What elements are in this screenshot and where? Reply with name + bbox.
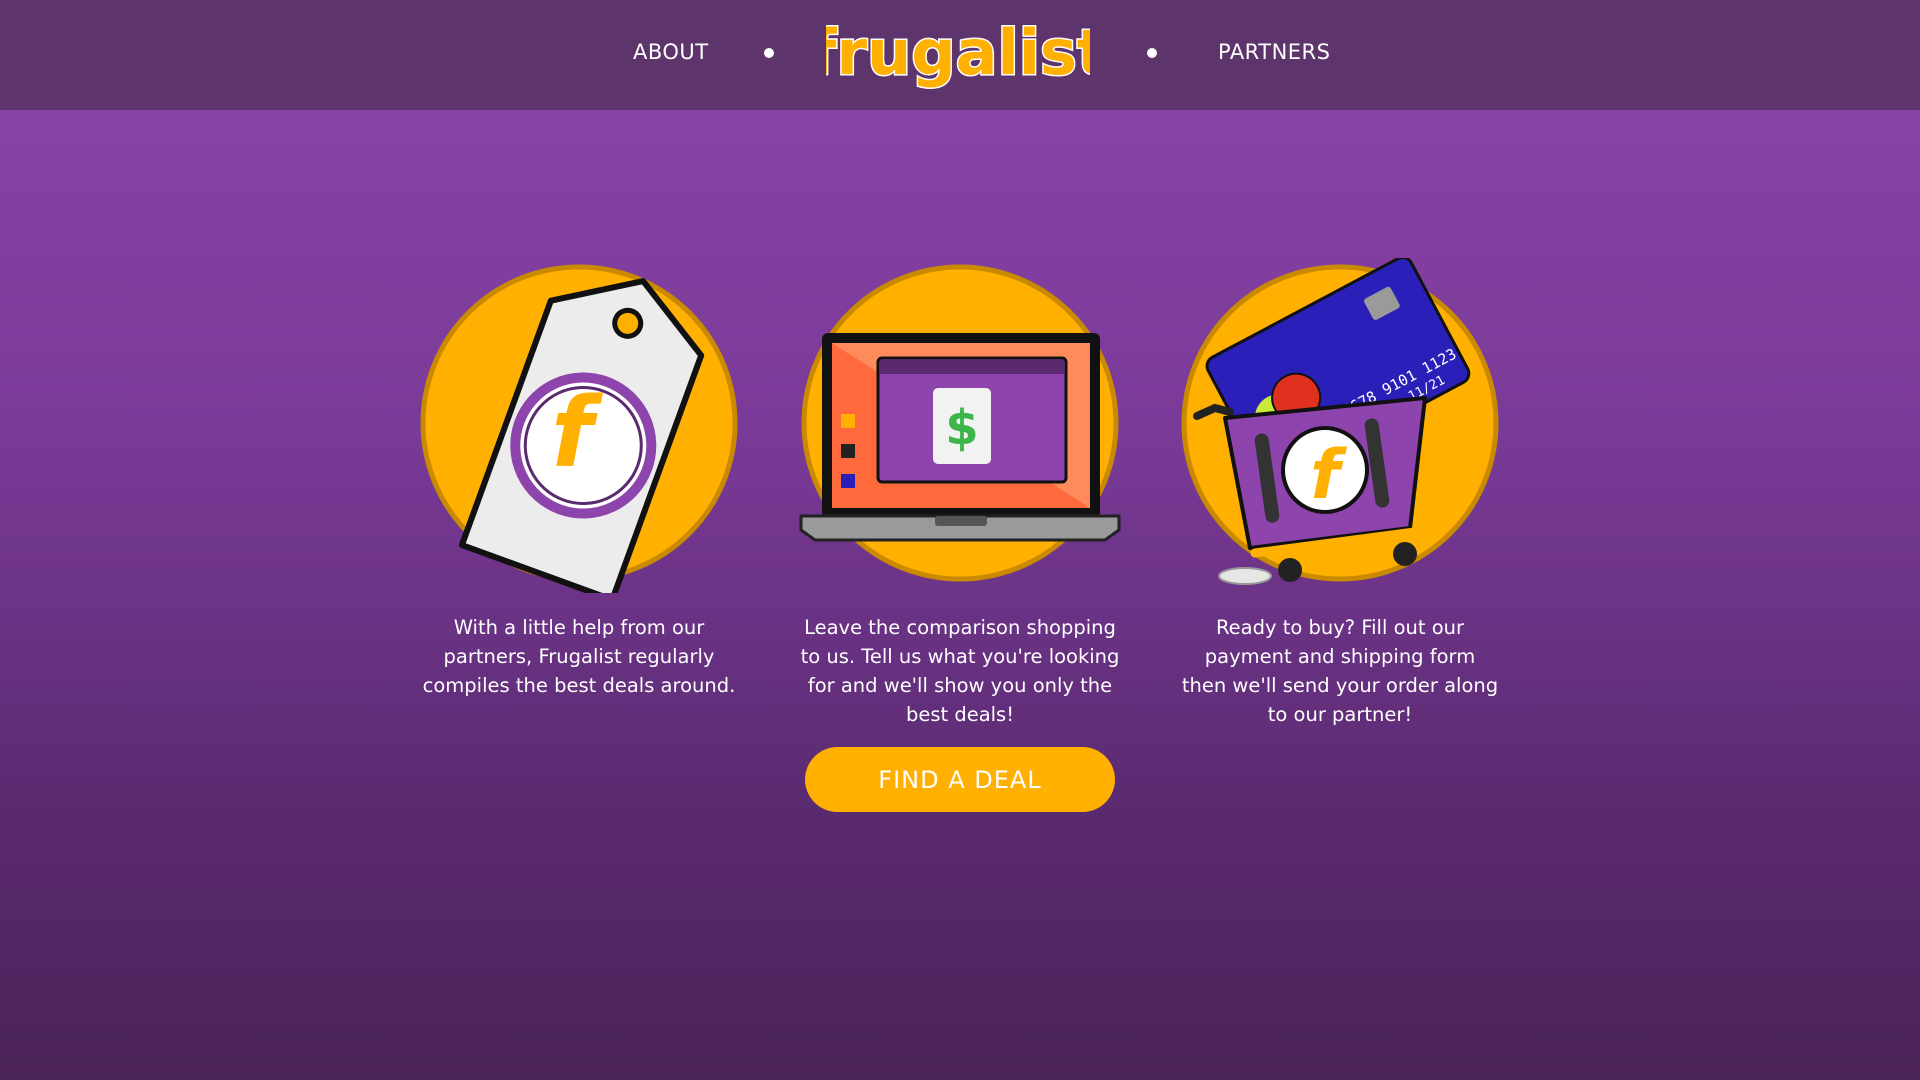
nav-separator-dot [764, 48, 774, 58]
nav-about-link[interactable]: ABOUT [633, 40, 709, 64]
feature-text: Leave the comparison shopping to us. Tel… [800, 616, 1120, 726]
logo-text: frugalist [826, 16, 1090, 89]
feature-checkout: 5678 9101 1123 11/21 f Ready to buy? Fil… [1175, 258, 1505, 729]
feature-comparison: $ Leave the comparison shopping to us. T… [795, 258, 1125, 729]
top-navigation-bar: ABOUT frugalist PARTNERS [0, 0, 1920, 110]
price-tag-icon: f [420, 264, 738, 593]
credit-card-cart-icon: 5678 9101 1123 11/21 f [1181, 258, 1499, 585]
feature-text: Ready to buy? Fill out our payment and s… [1181, 616, 1499, 726]
feature-deals: f With a little help from our partners, … [414, 258, 744, 700]
nav-separator-dot [1147, 48, 1157, 58]
frugalist-logo[interactable]: frugalist [826, 12, 1090, 102]
nav-partners-link[interactable]: PARTNERS [1218, 40, 1330, 64]
find-a-deal-button[interactable]: FIND A DEAL [805, 747, 1115, 812]
laptop-icon: $ [799, 264, 1121, 582]
feature-text: With a little help from our partners, Fr… [422, 616, 736, 697]
dollar-sign-icon: $ [945, 400, 978, 456]
